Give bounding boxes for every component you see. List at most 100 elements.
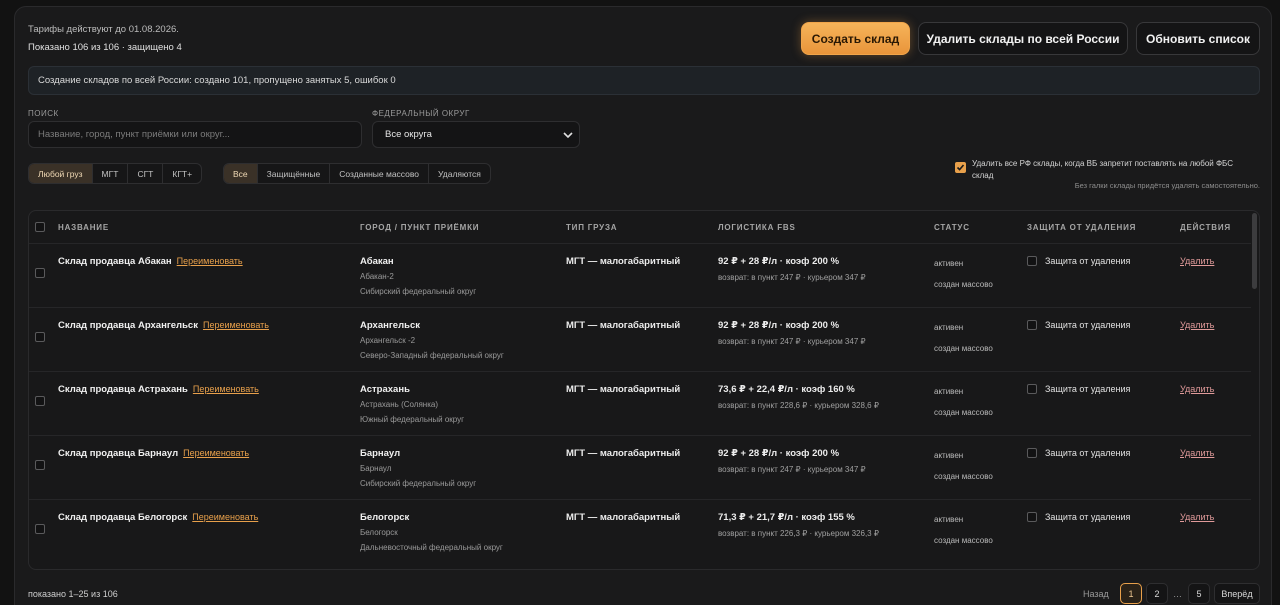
status-badge: активен bbox=[934, 387, 964, 396]
return-price: возврат: в пункт 247 ₽ · курьером 347 ₽ bbox=[718, 273, 866, 282]
row-checkbox[interactable] bbox=[35, 268, 45, 278]
protect-checkbox[interactable] bbox=[1027, 448, 1037, 458]
delete-link[interactable]: Удалить bbox=[1180, 320, 1214, 330]
federal-district: Сибирский федеральный округ bbox=[360, 287, 477, 296]
cargo-type: МГТ — малогабаритный bbox=[566, 512, 681, 523]
row-checkbox[interactable] bbox=[35, 332, 45, 342]
table-scrollbar[interactable] bbox=[1252, 213, 1257, 289]
status-tab-bulk[interactable]: Созданные массово bbox=[330, 164, 430, 183]
logistics-price: 73,6 ₽ + 22,4 ₽/л · коэф 160 % bbox=[718, 384, 855, 395]
auto-delete-hint: Без галки склады придётся удалять самост… bbox=[1074, 181, 1260, 190]
cargo-tab-kgt[interactable]: КГТ+ bbox=[163, 164, 201, 183]
rename-link[interactable]: Переименовать bbox=[192, 512, 258, 522]
status-tab-all[interactable]: Все bbox=[224, 164, 258, 183]
city-name: Абакан bbox=[360, 256, 394, 267]
prev-page-button[interactable]: Назад bbox=[1083, 589, 1109, 599]
col-city[interactable]: ГОРОД / ПУНКТ ПРИЁМКИ bbox=[360, 223, 479, 232]
cargo-tab-sgt[interactable]: СГТ bbox=[128, 164, 164, 183]
delete-link[interactable]: Удалить bbox=[1180, 384, 1214, 394]
pickup-point: Астрахань (Солянка) bbox=[360, 400, 438, 409]
city-cell: Астрахань Астрахань (Солянка) Южный федера… bbox=[360, 384, 464, 424]
next-page-button[interactable]: Вперёд bbox=[1214, 583, 1260, 604]
search-input[interactable]: Название, город, пункт приёмки или округ… bbox=[28, 121, 362, 148]
status-cell: активен создан массово bbox=[934, 323, 993, 353]
checkmark-icon bbox=[956, 164, 965, 171]
table-row: Склад продавца Белогорск Переименовать Бел… bbox=[29, 499, 1251, 563]
logistics-cell: 92 ₽ + 28 ₽/л · коэф 200 % возврат: в пун… bbox=[718, 256, 866, 282]
select-all-checkbox[interactable] bbox=[35, 222, 45, 232]
auto-delete-checkbox[interactable] bbox=[955, 162, 966, 173]
warehouse-name-text: Склад продавца Белогорск bbox=[58, 512, 188, 523]
city-name: Белогорск bbox=[360, 512, 410, 523]
table-row: Склад продавца Астрахань Переименовать Аст… bbox=[29, 371, 1251, 435]
logistics-price: 71,3 ₽ + 21,7 ₽/л · коэф 155 % bbox=[718, 512, 855, 523]
col-actions[interactable]: ДЕЙСТВИЯ bbox=[1180, 223, 1231, 232]
protect-label: Защита от удаления bbox=[1045, 256, 1131, 266]
delete-link[interactable]: Удалить bbox=[1180, 512, 1214, 522]
status-cell: активен создан массово bbox=[934, 451, 993, 481]
district-select[interactable]: Все округа bbox=[372, 121, 580, 148]
rename-link[interactable]: Переименовать bbox=[203, 320, 269, 330]
cargo-type: МГТ — малогабаритный bbox=[566, 384, 681, 395]
pickup-point: Абакан-2 bbox=[360, 272, 394, 281]
cargo-type: МГТ — малогабаритный bbox=[566, 256, 681, 267]
district-value: Все округа bbox=[385, 129, 432, 140]
page-1-button[interactable]: 1 bbox=[1120, 583, 1142, 604]
rename-link[interactable]: Переименовать bbox=[193, 384, 259, 394]
cargo-tab-any[interactable]: Любой груз bbox=[29, 164, 93, 183]
page-5-button[interactable]: 5 bbox=[1188, 583, 1210, 604]
table-row: Склад продавца Архангельск Переименовать А… bbox=[29, 307, 1251, 371]
delete-link[interactable]: Удалить bbox=[1180, 256, 1214, 266]
delete-all-russia-button[interactable]: Удалить склады по всей России bbox=[918, 22, 1128, 55]
status-badge: активен bbox=[934, 515, 964, 524]
warehouse-name: Склад продавца Белогорск Переименовать bbox=[58, 512, 258, 523]
warehouse-name-text: Склад продавца Астрахань bbox=[58, 384, 188, 395]
protect-checkbox[interactable] bbox=[1027, 320, 1037, 330]
table-row: Склад продавца Барнаул Переименовать Барна… bbox=[29, 435, 1251, 499]
city-cell: Абакан Абакан-2 Сибирский федеральный окру… bbox=[360, 256, 476, 296]
tariff-note: Тарифы действуют до 01.08.2026. bbox=[28, 24, 179, 35]
status-created: создан массово bbox=[934, 408, 993, 417]
col-name[interactable]: НАЗВАНИЕ bbox=[58, 223, 109, 232]
status-badge: активен bbox=[934, 259, 964, 268]
refresh-list-button[interactable]: Обновить список bbox=[1136, 22, 1260, 55]
creation-notice: Создание складов по всей России: создано… bbox=[28, 66, 1260, 95]
create-warehouse-button[interactable]: Создать склад bbox=[801, 22, 910, 55]
warehouse-name-text: Склад продавца Архангельск bbox=[58, 320, 198, 331]
col-status[interactable]: СТАТУС bbox=[934, 223, 970, 232]
col-protection[interactable]: ЗАЩИТА ОТ УДАЛЕНИЯ bbox=[1027, 223, 1136, 232]
shown-count: Показано 106 из 106 · защищено 4 bbox=[28, 42, 182, 53]
status-badge: активен bbox=[934, 451, 964, 460]
status-tab-deleting[interactable]: Удаляются bbox=[429, 164, 490, 183]
auto-delete-label: Удалить все РФ склады, когда ВБ запретит… bbox=[972, 159, 1233, 180]
delete-link[interactable]: Удалить bbox=[1180, 448, 1214, 458]
row-checkbox[interactable] bbox=[35, 396, 45, 406]
warehouse-name-text: Склад продавца Барнаул bbox=[58, 448, 179, 459]
logistics-cell: 71,3 ₽ + 21,7 ₽/л · коэф 155 % возврат: в… bbox=[718, 512, 879, 538]
rename-link[interactable]: Переименовать bbox=[183, 448, 249, 458]
row-checkbox[interactable] bbox=[35, 460, 45, 470]
protect-checkbox[interactable] bbox=[1027, 512, 1037, 522]
pickup-point: Белогорск bbox=[360, 528, 398, 537]
page-2-button[interactable]: 2 bbox=[1146, 583, 1168, 604]
return-price: возврат: в пункт 247 ₽ · курьером 347 ₽ bbox=[718, 337, 866, 346]
page-ellipsis: … bbox=[1173, 589, 1182, 599]
logistics-cell: 92 ₽ + 28 ₽/л · коэф 200 % возврат: в пун… bbox=[718, 320, 866, 346]
status-cell: активен создан массово bbox=[934, 259, 993, 289]
cargo-tab-mgt[interactable]: МГТ bbox=[93, 164, 129, 183]
col-cargo[interactable]: ТИП ГРУЗА bbox=[566, 223, 617, 232]
federal-district: Дальневосточный федеральный округ bbox=[360, 543, 503, 552]
status-tab-protected[interactable]: Защищённые bbox=[258, 164, 331, 183]
cargo-type: МГТ — малогабаритный bbox=[566, 320, 681, 331]
row-checkbox[interactable] bbox=[35, 524, 45, 534]
protect-checkbox[interactable] bbox=[1027, 256, 1037, 266]
cargo-filter: Любой груз МГТ СГТ КГТ+ bbox=[28, 163, 203, 184]
rename-link[interactable]: Переименовать bbox=[177, 256, 243, 266]
protect-checkbox[interactable] bbox=[1027, 384, 1037, 394]
search-placeholder: Название, город, пункт приёмки или округ… bbox=[38, 129, 230, 140]
col-logistics[interactable]: ЛОГИСТИКА FBS bbox=[718, 223, 796, 232]
warehouse-name: Склад продавца Барнаул Переименовать bbox=[58, 448, 249, 459]
return-price: возврат: в пункт 228,6 ₽ · курьером 328,… bbox=[718, 401, 879, 410]
status-badge: активен bbox=[934, 323, 964, 332]
protect-label: Защита от удаления bbox=[1045, 384, 1131, 394]
